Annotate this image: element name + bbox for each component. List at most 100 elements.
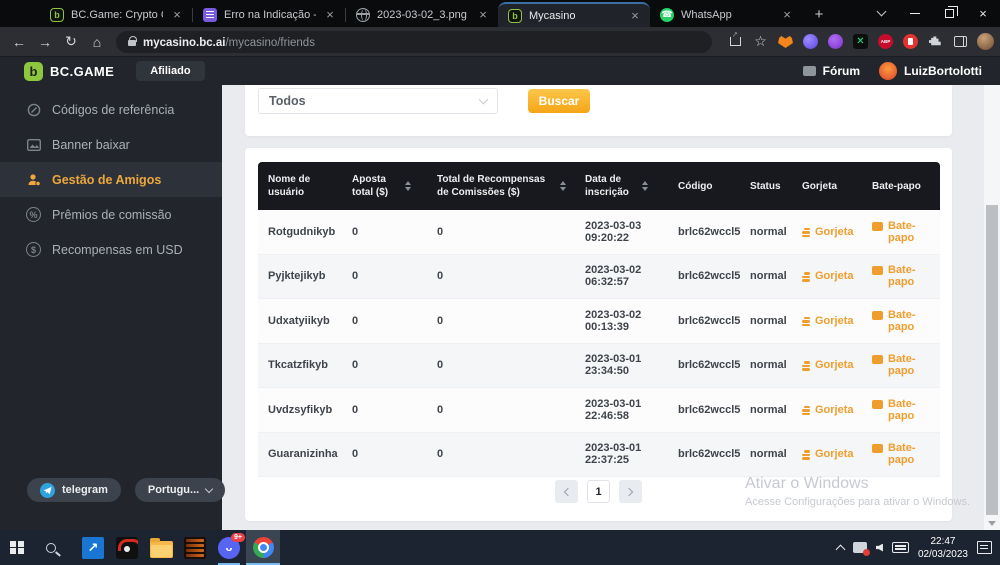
sidebar-item-gestao-amigos[interactable]: Gestão de Amigos (0, 162, 222, 197)
tab-close-icon[interactable]: × (780, 8, 794, 22)
taskbar-search-button[interactable] (34, 530, 68, 565)
current-page-button[interactable]: 1 (587, 480, 610, 503)
sort-icon[interactable] (405, 181, 411, 191)
site-logo-text[interactable]: BC.GAME (50, 64, 114, 79)
taskbar-stripes-app[interactable] (178, 530, 212, 565)
column-header: Status (750, 180, 781, 193)
minimize-button[interactable] (898, 0, 932, 27)
tab-close-icon[interactable]: × (476, 8, 490, 22)
extension-x-icon[interactable]: ✕ (851, 32, 870, 51)
taskbar-anydesk-app[interactable]: ↗ (76, 530, 110, 565)
chat-link[interactable]: Bate-papo (872, 309, 940, 333)
cell-bet-total: 0 (352, 226, 437, 238)
share-icon[interactable] (726, 32, 745, 51)
tip-link[interactable]: Gorjeta (802, 404, 872, 416)
chat-link[interactable]: Bate-papo (872, 264, 940, 288)
page-scrollbar[interactable] (984, 85, 1000, 530)
tab-bcgame-home[interactable]: b BC.Game: Crypto Casino Gam × (40, 2, 192, 27)
filter-dropdown[interactable]: Todos (258, 88, 498, 114)
profile-avatar[interactable] (976, 32, 995, 51)
user-avatar[interactable] (879, 62, 897, 80)
tab-whatsapp[interactable]: ☎ WhatsApp × (650, 2, 802, 27)
start-button[interactable] (0, 530, 34, 565)
extension-purple2-icon[interactable] (826, 32, 845, 51)
sidebar-item-label: Recompensas em USD (52, 243, 183, 257)
sidebar-item-premios-comissao[interactable]: % Prêmios de comissão (0, 197, 222, 232)
tab-title: 2023-03-02_3.png (1024×76 (377, 9, 469, 21)
sort-icon[interactable] (642, 181, 648, 191)
tab-erro-indicacao[interactable]: Erro na Indicação - BC.Game × (193, 2, 345, 27)
bcgame-logo-icon[interactable]: b (24, 62, 43, 81)
new-tab-button[interactable]: + (810, 5, 828, 23)
back-icon[interactable]: ← (6, 34, 32, 50)
sidebar-item-label: Gestão de Amigos (52, 173, 161, 187)
tab-close-icon[interactable]: × (628, 9, 642, 23)
chat-link[interactable]: Bate-papo (872, 353, 940, 377)
sidebar: Códigos de referência Banner baixar Gest… (0, 85, 222, 530)
tab-search-chevron-icon[interactable] (864, 0, 898, 27)
tip-link[interactable]: Gorjeta (802, 315, 872, 327)
cell-rewards: 0 (437, 359, 585, 371)
metamask-extension-icon[interactable] (776, 32, 795, 51)
scrollbar-down-arrow-icon[interactable] (988, 521, 996, 526)
tip-link[interactable]: Gorjeta (802, 270, 872, 282)
tip-link[interactable]: Gorjeta (802, 359, 872, 371)
adblock-plus-icon[interactable]: ABP (876, 32, 895, 51)
reload-icon[interactable]: ↻ (58, 33, 84, 50)
sidebar-footer: telegram Portugu... (0, 478, 225, 502)
taskbar-discord[interactable]: ᴗ9+ (212, 530, 246, 565)
extension-purple1-icon[interactable] (801, 32, 820, 51)
url-path: /mycasino/friends (225, 37, 314, 49)
scrollbar-thumb[interactable] (986, 205, 998, 515)
cell-signup-date: 2023-03-0200:13:39 (585, 309, 678, 333)
taskbar-game-app[interactable] (110, 530, 144, 565)
sidebar-item-codigos-referencia[interactable]: Códigos de referência (0, 92, 222, 127)
chat-link[interactable]: Bate-papo (872, 442, 940, 466)
sidebar-item-recompensas-usd[interactable]: $ Recompensas em USD (0, 232, 222, 267)
tab-mycasino-active[interactable]: b Mycasino × (498, 2, 650, 27)
sidebar-item-banner-baixar[interactable]: Banner baixar (0, 127, 222, 162)
side-panel-icon[interactable] (951, 32, 970, 51)
chat-bubble-icon (872, 355, 883, 364)
close-button[interactable]: × (966, 0, 1000, 27)
tab-close-icon[interactable]: × (170, 8, 184, 22)
chat-link[interactable]: Bate-papo (872, 398, 940, 422)
extensions-puzzle-icon[interactable] (926, 32, 945, 51)
home-icon[interactable]: ⌂ (84, 34, 110, 50)
forward-icon[interactable]: → (32, 34, 58, 50)
tab-png-image[interactable]: 2023-03-02_3.png (1024×76 × (346, 2, 498, 27)
afiliado-button[interactable]: Afiliado (136, 61, 204, 81)
taskbar-chrome-active[interactable] (246, 530, 280, 565)
tray-chevron-up-icon[interactable] (835, 544, 845, 554)
sort-icon[interactable] (560, 181, 566, 191)
username-label[interactable]: LuizBortolotti (904, 64, 982, 78)
restore-button[interactable] (932, 0, 966, 27)
keyboard-icon[interactable] (892, 542, 909, 553)
action-center-icon[interactable] (977, 541, 992, 554)
bookmark-star-icon[interactable]: ☆ (751, 32, 770, 51)
chat-bubble-icon (872, 266, 883, 275)
volume-icon[interactable] (876, 544, 883, 552)
tip-link[interactable]: Gorjeta (802, 448, 872, 460)
coin-icon (802, 361, 810, 371)
chevron-down-icon (479, 94, 489, 104)
prev-page-button[interactable] (555, 480, 578, 503)
tray-app-alert-icon[interactable] (853, 542, 867, 553)
tip-link[interactable]: Gorjeta (802, 226, 872, 238)
next-page-button[interactable] (619, 480, 642, 503)
globe-favicon-icon (356, 8, 370, 22)
chat-link[interactable]: Bate-papo (872, 220, 940, 244)
language-selector[interactable]: Portugu... (135, 478, 225, 502)
main-content: Todos Buscar Nome de usuário Aposta tota… (222, 85, 984, 530)
taskbar-clock[interactable]: 22:47 02/03/2023 (918, 535, 968, 561)
bcgame-favicon-icon: b (508, 9, 522, 23)
address-bar[interactable]: mycasino.bc.ai/mycasino/friends (116, 31, 712, 53)
taskbar-file-explorer[interactable] (144, 530, 178, 565)
telegram-button[interactable]: telegram (27, 478, 121, 502)
tab-close-icon[interactable]: × (323, 8, 337, 22)
extension-red-icon[interactable] (901, 32, 920, 51)
friends-table-card: Nome de usuário Aposta total ($) Total d… (245, 148, 952, 521)
forum-link[interactable]: Fórum (823, 64, 860, 78)
buscar-button[interactable]: Buscar (528, 89, 590, 113)
banner-image-icon (26, 137, 41, 152)
